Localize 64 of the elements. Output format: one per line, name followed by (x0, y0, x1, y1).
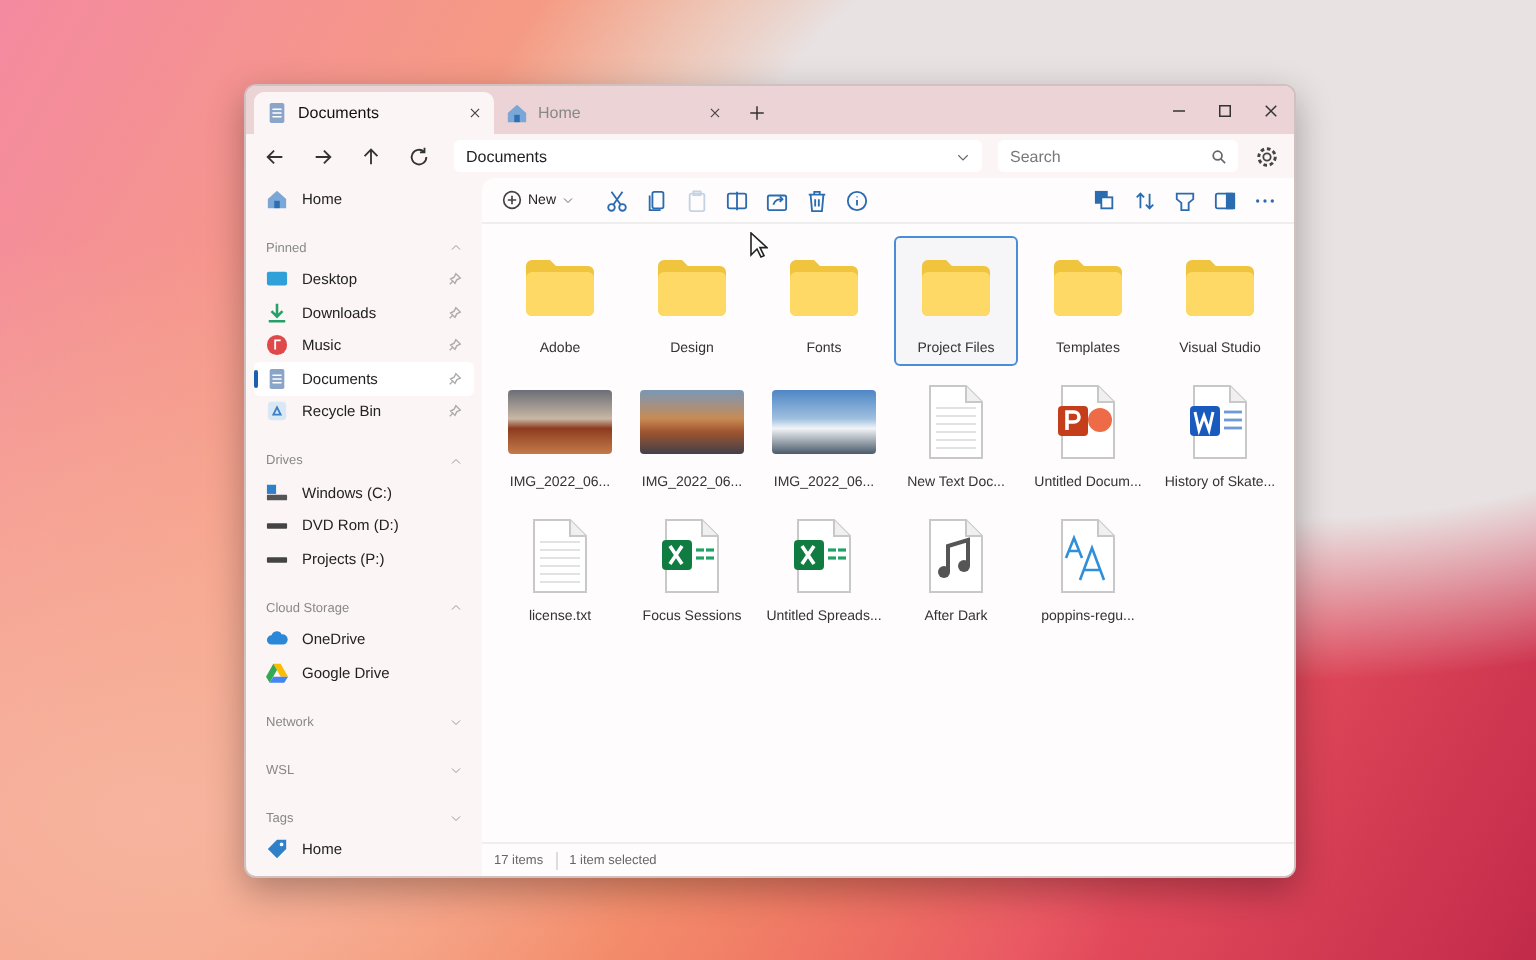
house-icon (506, 102, 528, 124)
document-icon (266, 367, 288, 390)
chevron-up-icon (450, 602, 462, 614)
mouse-pointer-icon (750, 232, 768, 258)
spreadsheet-file-icon (660, 518, 724, 594)
search-icon (1212, 149, 1226, 163)
sort-icon (1133, 189, 1155, 211)
up-arrow-icon (359, 145, 381, 167)
photo-placeholder (508, 390, 612, 454)
presentation-file-icon (1056, 384, 1120, 460)
tab[interactable]: Documents (254, 92, 494, 134)
chevron-up-icon (450, 455, 462, 467)
spreadsheet-file-icon (792, 518, 856, 594)
folder-icon (788, 258, 860, 318)
plus-icon (748, 104, 766, 122)
drive-triangle-icon (266, 661, 288, 684)
delete-icon (805, 189, 828, 211)
chevron-down-icon (450, 764, 462, 776)
font-file-icon (1056, 518, 1120, 594)
paste-icon (685, 189, 708, 211)
chevron-down-icon (562, 194, 575, 206)
music-icon (266, 334, 288, 357)
folder-icon (920, 258, 992, 318)
folder-icon (1052, 258, 1124, 318)
close-icon (468, 106, 482, 120)
maximize-icon (1216, 101, 1234, 119)
download-icon (266, 301, 288, 324)
house-icon (266, 187, 288, 210)
close-icon (1262, 101, 1280, 119)
chevron-up-icon (450, 242, 462, 254)
refresh-icon (407, 145, 429, 167)
chevron-down-icon (956, 149, 970, 163)
back-arrow-icon (263, 145, 285, 167)
folder-icon (524, 258, 596, 318)
text-file-icon (528, 518, 592, 594)
monitor-icon (266, 268, 288, 291)
share-icon (765, 189, 788, 211)
cut-icon (605, 189, 628, 211)
settings-icon (1255, 145, 1277, 167)
address-bar[interactable]: Documents (454, 140, 982, 172)
recycle-bin-icon (266, 400, 288, 423)
close-icon (708, 106, 722, 120)
drive-icon (266, 481, 288, 504)
text-file-icon (924, 384, 988, 460)
tag-icon (266, 838, 288, 861)
plus-circle-icon (502, 190, 522, 210)
folder-icon (1184, 258, 1256, 318)
search-field[interactable]: Search (998, 140, 1238, 172)
photo-placeholder (640, 390, 744, 454)
filter-icon (1173, 189, 1195, 211)
document-file-icon (1188, 384, 1252, 460)
copy-icon (645, 189, 668, 211)
document-icon (266, 102, 288, 124)
chevron-down-icon (450, 716, 462, 728)
music-file-icon (924, 518, 988, 594)
preview-pane-icon (1213, 189, 1235, 211)
info-icon (845, 189, 868, 211)
forward-arrow-icon (311, 145, 333, 167)
rename-icon (725, 189, 748, 211)
view-icon (1093, 189, 1115, 211)
chevron-down-icon (450, 812, 462, 824)
cloud-icon (266, 628, 288, 651)
photo-placeholder (772, 390, 876, 454)
folder-icon (656, 258, 728, 318)
